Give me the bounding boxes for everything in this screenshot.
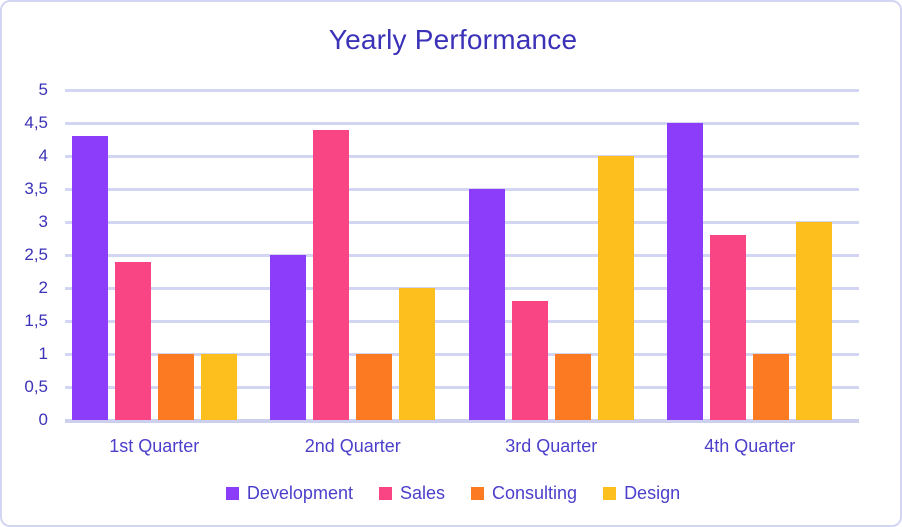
x-axis-tick-label: 1st Quarter: [109, 436, 200, 456]
bar[interactable]: [753, 354, 790, 420]
bar[interactable]: [157, 354, 194, 420]
legend-item[interactable]: Design: [603, 483, 680, 504]
plot-area: [65, 89, 859, 423]
y-axis-tick-label: 2,5: [24, 245, 48, 264]
y-axis-tick-label: 1,5: [24, 311, 48, 330]
y-axis-tick-label: 4,5: [24, 113, 48, 132]
legend-label: Consulting: [492, 483, 578, 503]
legend-item[interactable]: Consulting: [471, 483, 577, 504]
chart-card: Yearly Performance 5 4,5 4 3,5 3 2,5 2 1,5 1 0,5 0…: [0, 0, 902, 527]
x-axis-tick-label: 3rd Quarter: [505, 436, 598, 456]
legend-item[interactable]: Sales: [378, 483, 445, 504]
bar[interactable]: [356, 354, 393, 420]
x-axis-tick-label: 2nd Quarter: [304, 436, 401, 456]
legend-label: Sales: [399, 483, 445, 503]
legend-swatch-icon: [225, 487, 239, 500]
bar[interactable]: [597, 156, 634, 420]
legend-item[interactable]: Development: [225, 483, 353, 504]
y-axis-tick-label: 3: [38, 212, 48, 231]
bar[interactable]: [200, 354, 237, 420]
y-axis-tick-label: 5: [38, 80, 48, 99]
bar[interactable]: [71, 136, 108, 420]
x-axis-tick-label: 4th Quarter: [704, 436, 796, 456]
bar-group: [667, 90, 833, 420]
bar[interactable]: [554, 354, 591, 420]
chart-title: Yearly Performance: [328, 24, 578, 55]
y-axis-tick-label: 2: [38, 278, 48, 297]
bar-group: [270, 90, 436, 420]
y-axis-tick-label: 4: [38, 146, 48, 165]
legend-label: Development: [246, 483, 353, 503]
bar[interactable]: [313, 129, 350, 420]
bar[interactable]: [270, 255, 307, 420]
bar[interactable]: [468, 189, 505, 420]
bar[interactable]: [511, 301, 548, 420]
legend-swatch-icon: [378, 487, 392, 500]
y-axis-tick-label: 3,5: [24, 179, 48, 198]
bar[interactable]: [667, 123, 704, 420]
legend-label: Design: [624, 483, 681, 503]
y-axis-tick-label: 1: [38, 344, 48, 363]
bar[interactable]: [399, 288, 436, 420]
bar-group: [71, 90, 237, 420]
bar[interactable]: [114, 261, 151, 420]
legend: Development Sales Consulting Design: [2, 483, 900, 504]
y-axis-tick-label: 0,5: [24, 377, 48, 396]
y-axis-tick-label: 0: [38, 410, 48, 429]
bar-group: [468, 90, 634, 420]
bar[interactable]: [796, 222, 833, 420]
legend-swatch-icon: [471, 487, 484, 500]
bar[interactable]: [710, 235, 747, 420]
legend-swatch-icon: [603, 487, 617, 500]
